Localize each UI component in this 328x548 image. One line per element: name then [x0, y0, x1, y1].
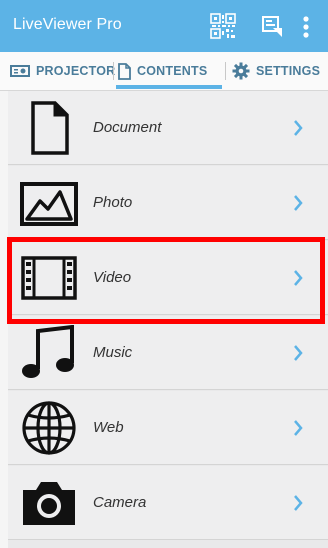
document-icon: [118, 62, 131, 80]
chevron-right-icon: [294, 495, 303, 511]
more-vert-icon[interactable]: [303, 16, 309, 38]
film-icon: [21, 256, 77, 300]
list-item-photo[interactable]: Photo: [8, 166, 328, 240]
list-item-label: Document: [93, 119, 162, 136]
cast-icon[interactable]: [262, 16, 284, 38]
list-item-video[interactable]: Video: [8, 241, 328, 315]
tab-projector[interactable]: PROJECTOR: [10, 52, 115, 90]
chevron-right-icon: [294, 345, 303, 361]
camera-icon: [23, 482, 75, 525]
app-title: LiveViewer Pro: [13, 16, 122, 33]
tab-divider: [113, 62, 114, 80]
photo-icon: [20, 182, 78, 226]
list-item-label: Photo: [93, 194, 133, 211]
chevron-right-icon: [294, 195, 303, 211]
tab-label: CONTENTS: [137, 64, 208, 78]
left-edge: [0, 91, 8, 548]
globe-icon: [22, 401, 76, 455]
music-note-icon: [22, 325, 74, 378]
chevron-right-icon: [294, 420, 303, 436]
document-icon: [31, 101, 69, 155]
tab-settings[interactable]: SETTINGS: [232, 52, 320, 90]
tab-label: SETTINGS: [256, 64, 321, 78]
tab-bar: PROJECTOR CONTENTS SETTINGS: [0, 52, 328, 91]
list-item-document[interactable]: Document: [8, 91, 328, 165]
projector-icon: [10, 65, 30, 77]
list-item-label: Music: [93, 344, 133, 361]
tab-divider: [225, 62, 226, 80]
list-item-label: Video: [93, 269, 132, 286]
list-item-label: Camera: [93, 494, 147, 511]
list-item-label: Web: [93, 419, 124, 436]
list-item-music[interactable]: Music: [8, 316, 328, 390]
list-item-web[interactable]: Web: [8, 391, 328, 465]
tab-label: PROJECTOR: [36, 64, 116, 78]
chevron-right-icon: [294, 120, 303, 136]
qr-code-icon[interactable]: [210, 13, 236, 39]
app-bar: LiveViewer Pro: [0, 0, 328, 52]
chevron-right-icon: [294, 270, 303, 286]
list-item-camera[interactable]: Camera: [8, 466, 328, 540]
tab-indicator: [116, 85, 222, 89]
gear-icon: [232, 62, 250, 80]
